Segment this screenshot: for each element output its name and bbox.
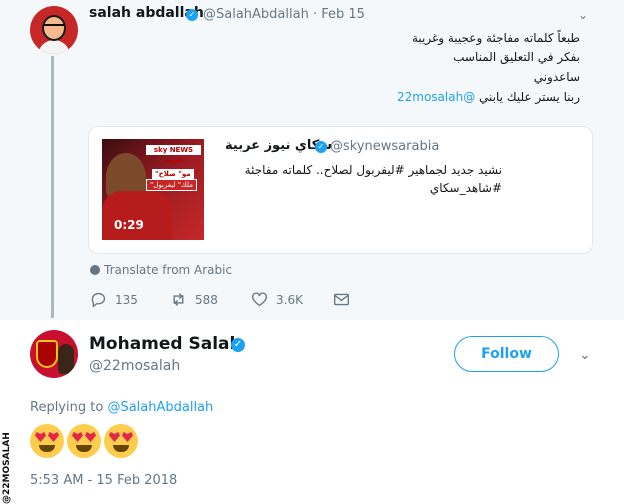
watermark: @22MOSALAH xyxy=(2,432,12,504)
mention-link[interactable]: @SalahAbdallah xyxy=(107,400,213,415)
tweet-timestamp[interactable]: 5:53 AM - 15 Feb 2018 xyxy=(30,473,177,488)
quoted-tweet[interactable]: sky NEWS عربية "مو" صلاح "ملك" ليفربول 0… xyxy=(88,126,593,254)
thumbnail-caption: "ملك" ليفربول xyxy=(146,179,197,191)
direct-message-button[interactable] xyxy=(333,291,350,308)
club-crest-icon xyxy=(36,340,58,368)
reply-button[interactable]: 135 xyxy=(90,291,138,308)
channel-logo: sky NEWS عربية xyxy=(146,145,201,164)
mention-link[interactable]: @22mosalah xyxy=(397,90,475,104)
author-handle[interactable]: @22mosalah xyxy=(89,358,180,374)
envelope-icon xyxy=(334,293,349,306)
like-button[interactable]: 3.6K xyxy=(251,291,303,308)
quoted-text: نشيد جديد لجماهير #ليفربول لصلاح.. كلمات… xyxy=(244,163,502,177)
thumbnail-caption: "مو" صلاح xyxy=(152,169,194,179)
retweet-count: 588 xyxy=(195,292,218,307)
chevron-down-icon[interactable]: ⌄ xyxy=(578,8,588,22)
thread-connector xyxy=(51,56,54,318)
retweet-button[interactable]: 588 xyxy=(170,291,218,308)
tweet-emojis xyxy=(30,424,138,458)
follow-button[interactable]: Follow xyxy=(454,336,559,372)
verified-icon: ✓ xyxy=(231,338,245,352)
tweet-text-line: طبعاً كلماته مفاجئة وعجيبة وغريبة xyxy=(411,31,580,45)
video-thumbnail[interactable]: sky NEWS عربية "مو" صلاح "ملك" ليفربول 0… xyxy=(102,139,204,240)
video-duration: 0:29 xyxy=(114,218,144,232)
like-count: 3.6K xyxy=(276,292,303,307)
translate-link[interactable]: Translate from Arabic xyxy=(90,263,232,277)
retweet-icon xyxy=(173,293,184,306)
verified-icon: ✓ xyxy=(186,9,198,21)
reply-count: 135 xyxy=(115,292,138,307)
reply-icon xyxy=(91,292,106,308)
tweet-text-line: بفكر في التعليق المناسب xyxy=(453,50,580,64)
avatar[interactable] xyxy=(30,330,78,378)
chevron-down-icon[interactable]: ⌄ xyxy=(579,347,591,363)
author-name[interactable]: Mohamed Salah xyxy=(89,334,242,354)
tweet-text: ربنا يستر عليك يابني xyxy=(475,90,580,104)
author-handle-date[interactable]: @SalahAbdallah · Feb 15 xyxy=(203,7,365,22)
quoted-author-handle: @skynewsarabia xyxy=(330,139,440,154)
verified-icon: ✓ xyxy=(315,141,327,153)
tweet-text-line: ربنا يستر عليك يابني @22mosalah xyxy=(397,90,580,104)
heart-eyes-emoji-icon xyxy=(30,424,64,458)
heart-eyes-emoji-icon xyxy=(67,424,101,458)
heart-icon xyxy=(252,292,267,307)
globe-icon xyxy=(90,265,100,275)
replying-to: Replying to @SalahAbdallah xyxy=(30,400,214,415)
tweet-text-line: ساعدوني xyxy=(533,70,580,84)
quoted-hashtag[interactable]: #شاهد_سكاي xyxy=(430,181,502,195)
heart-eyes-emoji-icon xyxy=(104,424,138,458)
avatar[interactable] xyxy=(30,6,78,54)
